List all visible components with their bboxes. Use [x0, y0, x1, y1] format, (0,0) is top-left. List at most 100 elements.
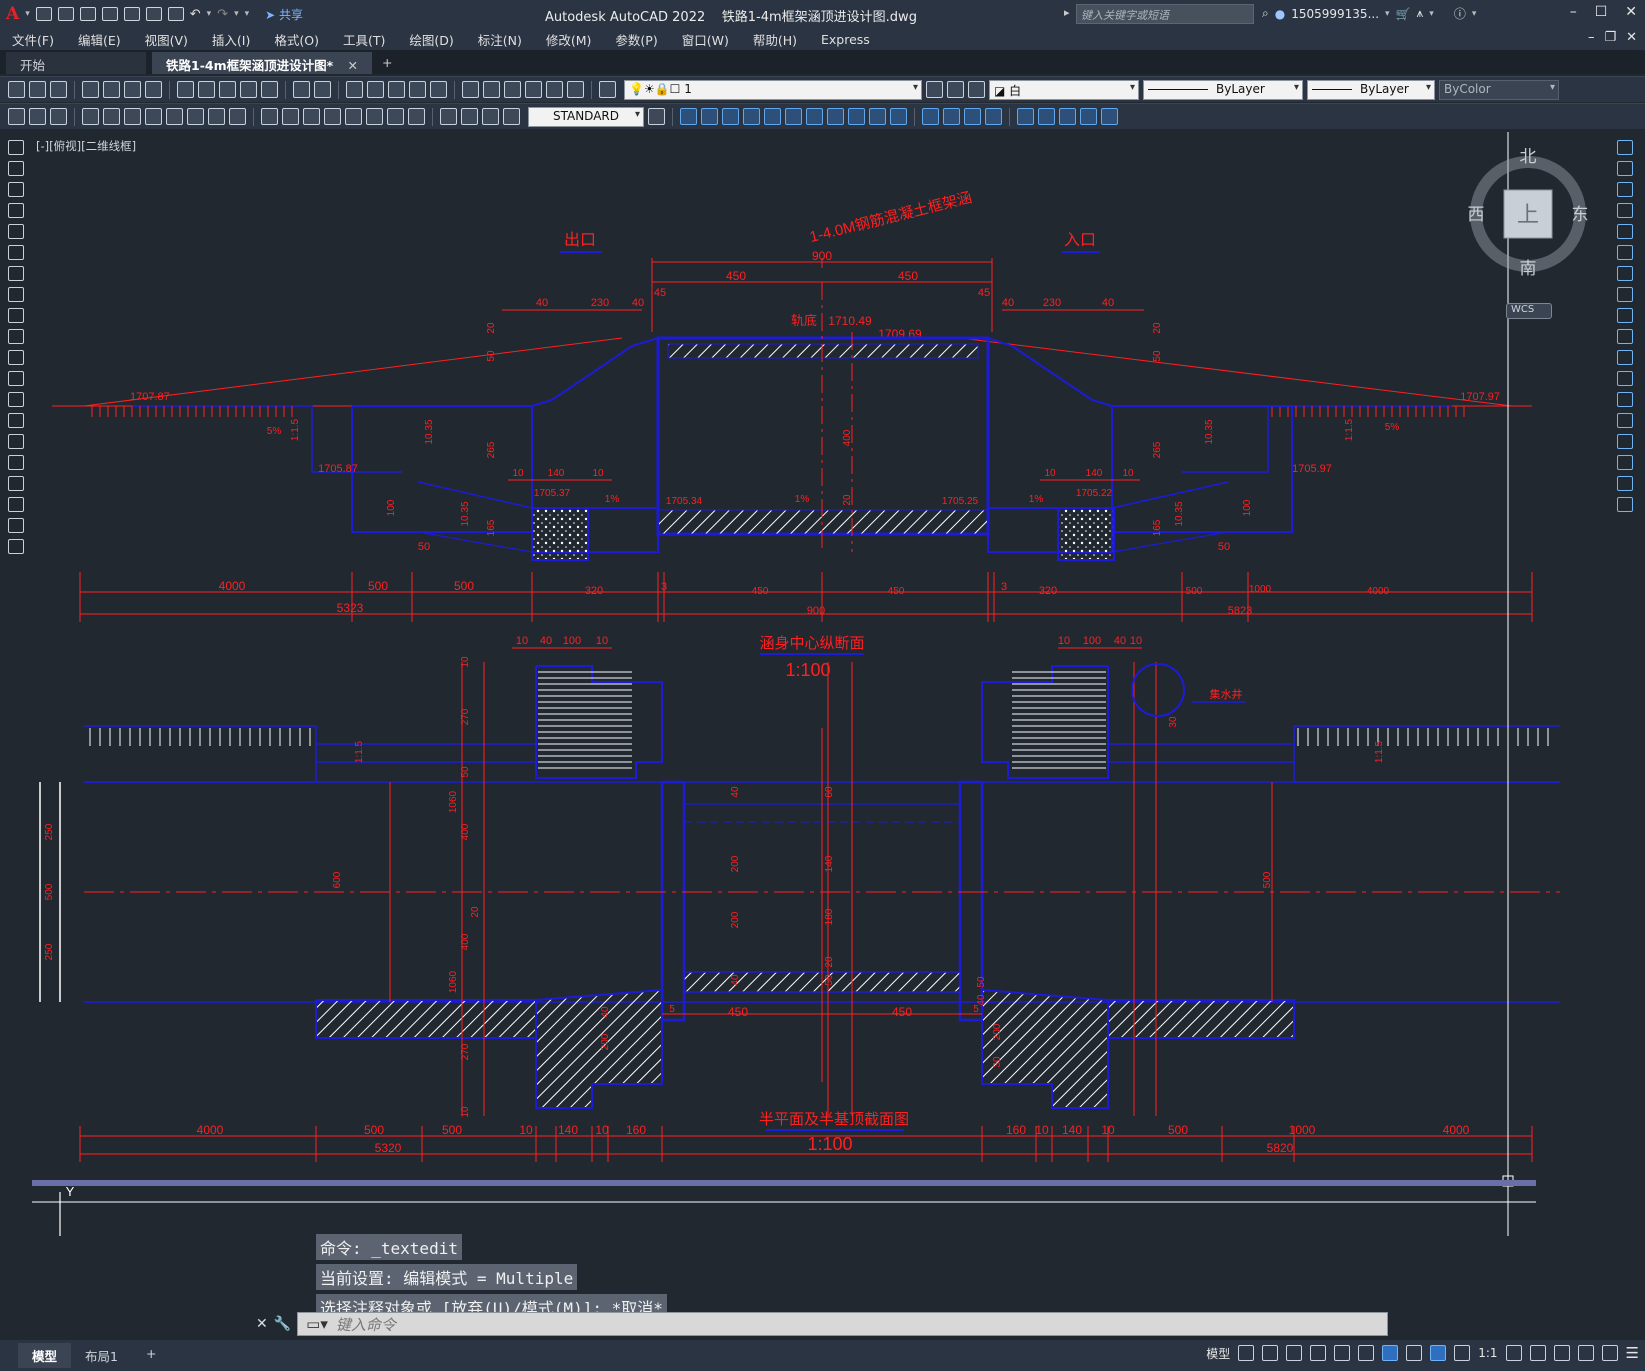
new-file-icon[interactable] — [35, 7, 52, 21]
dimension-tool-icon[interactable] — [82, 108, 99, 125]
user-caret-icon[interactable]: ▾ — [1385, 9, 1390, 19]
properties-tool-icon[interactable] — [483, 81, 500, 98]
dimension-tool-icon[interactable] — [408, 108, 425, 125]
dimension-tool-icon[interactable] — [166, 108, 183, 125]
object-snap-icon[interactable] — [1382, 1345, 1399, 1361]
modify-tool-icon[interactable] — [943, 108, 960, 125]
dimension-tool-icon[interactable] — [261, 108, 278, 125]
clipboard-tool-icon[interactable] — [177, 81, 194, 98]
undo-caret-icon[interactable]: ▾ — [207, 9, 212, 19]
layer-manager-icon[interactable] — [599, 81, 616, 98]
properties-tool-icon[interactable] — [567, 81, 584, 98]
plotstyle-dropdown[interactable]: ByColor — [1439, 79, 1559, 100]
menu-item[interactable]: 绘图(D) — [397, 30, 465, 49]
file-tool-icon[interactable] — [8, 81, 25, 98]
layout-tab-layout1[interactable]: 布局1 — [71, 1343, 132, 1368]
modify-tool-icon[interactable] — [1617, 350, 1633, 365]
menu-item[interactable]: 格式(O) — [262, 30, 331, 49]
menu-item[interactable]: 帮助(H) — [741, 30, 809, 49]
menu-item[interactable]: 窗口(W) — [670, 30, 741, 49]
command-customize-icon[interactable]: 🔧 — [274, 1316, 291, 1332]
isolate-objects-icon[interactable] — [1553, 1345, 1570, 1361]
file-tool-icon[interactable] — [50, 81, 67, 98]
doc-restore-icon[interactable]: ❐ — [1604, 30, 1616, 45]
misc-tool-icon[interactable] — [8, 108, 25, 125]
help-search-input[interactable]: 键入关键字或短语 — [1076, 4, 1254, 24]
modify-tool-icon[interactable] — [1038, 108, 1055, 125]
compass-north[interactable]: 北 — [1520, 148, 1537, 167]
snap-icon[interactable] — [1262, 1345, 1279, 1361]
modify-tool-icon[interactable] — [1017, 108, 1034, 125]
draw-tool-icon[interactable] — [8, 392, 24, 407]
customize-menu-icon[interactable]: ☰ — [1626, 1344, 1639, 1362]
dimension-tool-icon[interactable] — [103, 108, 120, 125]
application-menu-button[interactable]: A — [6, 4, 19, 24]
modify-tool-icon[interactable] — [1617, 161, 1633, 176]
clipboard-tool-icon[interactable] — [240, 81, 257, 98]
workspace-gear-icon[interactable] — [1505, 1345, 1522, 1361]
dimension-style-icon[interactable] — [648, 108, 665, 125]
modify-tool-icon[interactable] — [848, 108, 865, 125]
clipboard-tool-icon[interactable] — [219, 81, 236, 98]
tab-close-icon[interactable]: ✕ — [348, 58, 358, 73]
modify-tool-icon[interactable] — [1617, 371, 1633, 386]
modify-tool-icon[interactable] — [869, 108, 886, 125]
layer-tool-icon[interactable] — [968, 81, 985, 98]
draw-tool-icon[interactable] — [8, 476, 24, 491]
web-mobile-open-icon[interactable] — [123, 7, 140, 21]
cart-icon[interactable]: 🛒 — [1396, 7, 1411, 21]
dimension-tool-icon[interactable] — [387, 108, 404, 125]
modify-tool-icon[interactable] — [743, 108, 760, 125]
dimension-tool-icon[interactable] — [303, 108, 320, 125]
modify-tool-icon[interactable] — [1101, 108, 1118, 125]
draw-tool-icon[interactable] — [8, 266, 24, 281]
menu-item[interactable]: 修改(M) — [534, 30, 604, 49]
viewport-controls-label[interactable]: [-][俯视][二维线框] — [36, 138, 136, 154]
hardware-acceleration-icon[interactable] — [1577, 1345, 1594, 1361]
modify-tool-icon[interactable] — [1617, 266, 1633, 281]
open-file-icon[interactable] — [57, 7, 74, 21]
modify-tool-icon[interactable] — [1617, 140, 1633, 155]
dimension-tool-icon[interactable] — [145, 108, 162, 125]
draw-tool-icon[interactable] — [8, 329, 24, 344]
undo-redo-tool-icon[interactable] — [314, 81, 331, 98]
dimension-edit-icon[interactable] — [503, 108, 520, 125]
draw-tool-icon[interactable] — [8, 140, 24, 155]
doc-minimize-icon[interactable]: – — [1588, 30, 1595, 45]
help-caret-icon[interactable]: ▾ — [1472, 9, 1477, 19]
properties-tool-icon[interactable] — [504, 81, 521, 98]
menu-item[interactable]: 标注(N) — [466, 30, 534, 49]
web-mobile-save-icon[interactable] — [145, 7, 162, 21]
annotation-scale-value[interactable]: 1:1 — [1478, 1346, 1497, 1360]
tab-start[interactable]: 开始 — [6, 52, 146, 74]
modify-tool-icon[interactable] — [1617, 329, 1633, 344]
compass-west[interactable]: 西 — [1468, 205, 1485, 225]
save-as-icon[interactable] — [101, 7, 118, 21]
modify-tool-icon[interactable] — [1617, 455, 1633, 470]
modify-tool-icon[interactable] — [1617, 308, 1633, 323]
modify-tool-icon[interactable] — [680, 108, 697, 125]
properties-tool-icon[interactable] — [546, 81, 563, 98]
modify-tool-icon[interactable] — [827, 108, 844, 125]
help-icon[interactable]: ⓘ — [1454, 5, 1466, 22]
menu-item[interactable]: 编辑(E) — [66, 30, 133, 49]
modify-tool-icon[interactable] — [1080, 108, 1097, 125]
draw-tool-icon[interactable] — [8, 203, 24, 218]
command-close-icon[interactable]: ✕ — [256, 1316, 268, 1332]
annotation-scale-icon[interactable] — [1454, 1345, 1471, 1361]
layer-tool-icon[interactable] — [947, 81, 964, 98]
draw-tool-icon[interactable] — [8, 287, 24, 302]
user-name[interactable]: 1505999135... — [1291, 7, 1379, 21]
modify-tool-icon[interactable] — [1617, 392, 1633, 407]
dimension-tool-icon[interactable] — [366, 108, 383, 125]
plot-tool-icon[interactable] — [82, 81, 99, 98]
modify-tool-icon[interactable] — [922, 108, 939, 125]
draw-tool-icon[interactable] — [8, 413, 24, 428]
pan-zoom-tool-icon[interactable] — [346, 81, 363, 98]
dimension-tool-icon[interactable] — [345, 108, 362, 125]
draw-tool-icon[interactable] — [8, 455, 24, 470]
drawing-canvas[interactable]: 出口 入口 1-4.0M钢筋混凝土框架涵 900 450 450 45 45 40 230 40 40… — [32, 132, 1612, 1236]
redo-icon[interactable]: ↷ — [217, 7, 228, 22]
command-prompt-icon[interactable]: ▭▾ — [306, 1315, 328, 1333]
model-space-button[interactable]: 模型 — [1206, 1345, 1230, 1362]
